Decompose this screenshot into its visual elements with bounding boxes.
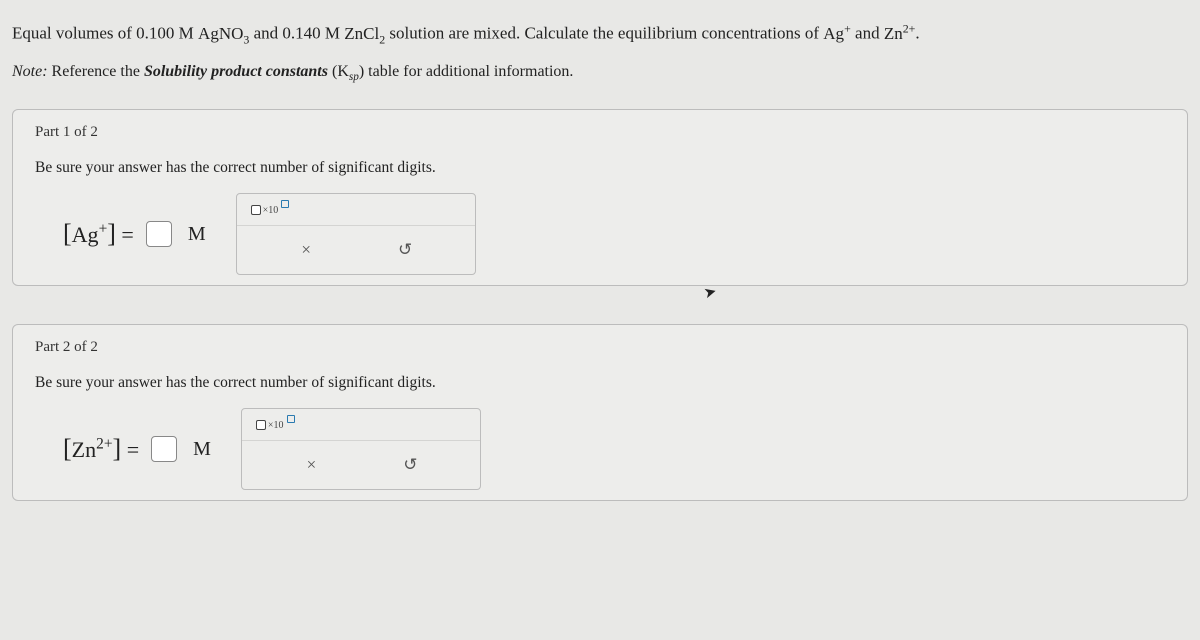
conc1: 0.100 M <box>136 24 194 43</box>
exp-box-icon <box>287 415 295 423</box>
text: Equal volumes of <box>12 24 136 43</box>
reset-icon: ↺ <box>403 455 417 475</box>
part2-label: Part 2 of 2 <box>13 325 1187 374</box>
part1-unit: M <box>188 223 206 246</box>
part2-unit: M <box>193 438 211 461</box>
note: Note: Reference the Solubility product c… <box>12 63 1188 83</box>
sci-notation-button[interactable]: ×10 <box>237 194 475 226</box>
reagent2: ZnCl <box>344 24 379 43</box>
reset-icon: ↺ <box>398 240 412 260</box>
reset-button[interactable]: ↺ <box>398 453 422 477</box>
part1-input[interactable] <box>146 221 172 247</box>
part1-toolbox: ×10 × ↺ <box>236 193 476 275</box>
part1-label: Part 1 of 2 <box>13 110 1187 159</box>
part1-panel: Part 1 of 2 Be sure your answer has the … <box>12 109 1188 286</box>
coeff-box-icon <box>256 420 266 430</box>
x-icon: × <box>307 455 317 475</box>
x-icon: × <box>301 240 311 260</box>
part2-instruction: Be sure your answer has the correct numb… <box>13 374 1187 408</box>
reagent1: AgNO <box>198 24 243 43</box>
sci-notation-button[interactable]: ×10 <box>242 409 480 441</box>
problem-statement: Equal volumes of 0.100 M AgNO3 and 0.140… <box>12 18 1188 49</box>
part1-lhs: [Ag+] = <box>63 219 134 249</box>
exp-box-icon <box>281 200 289 208</box>
part2-panel: Part 2 of 2 Be sure your answer has the … <box>12 324 1188 501</box>
clear-button[interactable]: × <box>299 453 323 477</box>
part2-input[interactable] <box>151 436 177 462</box>
coeff-box-icon <box>251 205 261 215</box>
ref-link: Solubility product constants <box>144 63 328 80</box>
part2-toolbox: ×10 × ↺ <box>241 408 481 490</box>
part1-instruction: Be sure your answer has the correct numb… <box>13 159 1187 193</box>
part2-lhs: [Zn2+] = <box>63 434 139 464</box>
conc2: 0.140 M <box>282 24 340 43</box>
reset-button[interactable]: ↺ <box>393 238 417 262</box>
clear-button[interactable]: × <box>294 238 318 262</box>
